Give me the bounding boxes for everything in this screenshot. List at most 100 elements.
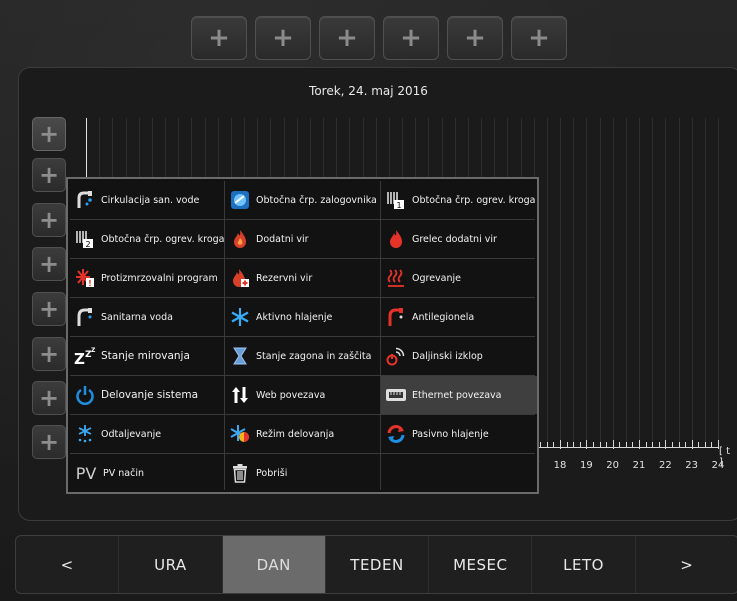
menu-item-krog-2[interactable]: 2 Obtočna črp. ogrev. kroga 2 — [70, 220, 224, 258]
grid-line — [573, 118, 575, 448]
top-add-button-1[interactable]: + — [191, 16, 247, 60]
menu-item-antilegionela[interactable]: Antilegionela — [381, 298, 537, 336]
side-add-button-6[interactable]: + — [32, 337, 66, 371]
menu-item-krog-1[interactable]: 1 Obtočna črp. ogrev. kroga 1 — [381, 181, 537, 219]
side-add-button-4[interactable]: + — [32, 247, 66, 281]
top-add-button-6[interactable]: + — [511, 16, 567, 60]
side-add-button-1[interactable]: + — [32, 117, 66, 151]
axis-tick — [678, 442, 680, 447]
top-add-button-3[interactable]: + — [319, 16, 375, 60]
axis-tick — [704, 442, 706, 447]
menu-item-label: Pobriši — [256, 467, 288, 479]
nav-tab-leto[interactable]: LETO — [532, 536, 636, 593]
svg-text:Z: Z — [74, 350, 85, 366]
menu-item-protizmrzovalni[interactable]: ! Protizmrzovalni program — [70, 259, 224, 297]
axis-tick — [632, 442, 634, 447]
menu-item-aktivno-hlajenje[interactable]: Aktivno hlajenje — [225, 298, 380, 336]
menu-item-daljinski-izklop[interactable]: Daljinski izklop — [381, 337, 537, 375]
menu-item-rezim-delovanja[interactable]: Režim delovanja — [225, 415, 380, 453]
grid-line — [639, 118, 640, 448]
axis-tick — [691, 440, 693, 449]
grid-line — [586, 118, 588, 448]
axis-tick — [560, 440, 561, 449]
axis-tick — [579, 442, 581, 447]
top-add-button-2[interactable]: + — [255, 16, 311, 60]
menu-item-odtaljevanje[interactable]: Odtaljevanje — [70, 415, 224, 453]
axis-tick — [606, 442, 608, 447]
side-add-button-5[interactable]: + — [32, 292, 66, 326]
power-icon — [74, 384, 96, 406]
side-add-button-2[interactable]: + — [32, 158, 66, 192]
axis-tick — [546, 442, 548, 447]
nav-tab-ura[interactable]: URA — [119, 536, 223, 593]
menu-item-label: Obtočna črp. zalogovnika — [256, 194, 377, 206]
frost-warning-icon: ! — [74, 267, 96, 289]
tap-water-icon — [74, 189, 96, 211]
menu-item-dodatni-vir[interactable]: Dodatni vir — [225, 220, 380, 258]
grid-line — [665, 118, 667, 448]
hour-label: 18 — [553, 460, 567, 471]
grid-line — [612, 118, 614, 448]
remote-power-icon — [385, 345, 407, 367]
menu-item-ethernet-povezava[interactable]: Ethernet povezava — [381, 376, 537, 414]
svg-text:2: 2 — [85, 240, 90, 249]
menu-item-rezervni-vir[interactable]: Rezervni vir — [225, 259, 380, 297]
menu-item-cirkulacija[interactable]: Cirkulacija san. vode — [70, 181, 224, 219]
menu-item-ogrevanje[interactable]: Ogrevanje — [381, 259, 537, 297]
axis-tick — [671, 442, 673, 447]
function-menu-grid: Cirkulacija san. vode Obtočna črp. zalog… — [70, 181, 537, 492]
menu-item-label: Stanje zagona in zaščita — [256, 350, 372, 362]
grid-line — [704, 118, 706, 448]
top-add-button-5[interactable]: + — [447, 16, 503, 60]
sanitary-tap-icon — [74, 306, 96, 328]
menu-item-label: Rezervni vir — [256, 272, 313, 284]
axis-tick — [711, 442, 713, 447]
side-add-button-7[interactable]: + — [32, 381, 66, 415]
menu-item-label: Obtočna črp. ogrev. kroga 1 — [412, 194, 537, 206]
ethernet-port-icon — [385, 384, 407, 406]
menu-item-label: Protizmrzovalni program — [101, 272, 218, 284]
nav-tab-mesec[interactable]: MESEC — [429, 536, 533, 593]
axis-tick — [619, 442, 621, 447]
axis-tick — [540, 442, 542, 447]
tank-pump-icon — [229, 189, 251, 211]
axis-tick — [658, 442, 660, 447]
axis-tick — [566, 442, 568, 447]
menu-item-label: Režim delovanja — [256, 428, 335, 440]
menu-empty-cell — [381, 454, 537, 492]
menu-item-grelec[interactable]: Grelec dodatni vir — [381, 220, 537, 258]
menu-item-delovanje-sistema[interactable]: Delovanje sistema — [70, 376, 224, 414]
menu-item-stanje-zagona[interactable]: Stanje zagona in zaščita — [225, 337, 380, 375]
menu-item-zalogovnik[interactable]: Obtočna črp. zalogovnika — [225, 181, 380, 219]
side-add-button-8[interactable]: + — [32, 425, 66, 459]
nav-next-button[interactable]: > — [636, 536, 737, 593]
axis-tick — [553, 442, 555, 447]
menu-item-stanje-mirovanja[interactable]: ZZZ Stanje mirovanja — [70, 337, 224, 375]
menu-item-pv-nacin[interactable]: PV PV način — [70, 454, 224, 492]
menu-item-label: Dodatni vir — [256, 233, 309, 245]
red-flame-icon — [385, 228, 407, 250]
hour-label: 21 — [632, 460, 646, 471]
axis-tick — [645, 442, 647, 447]
up-down-arrows-icon — [229, 384, 251, 406]
menu-item-pasivno-hlajenje[interactable]: Pasivno hlajenje — [381, 415, 537, 453]
axis-tick — [592, 442, 594, 447]
side-add-button-3[interactable]: + — [32, 203, 66, 237]
menu-item-label: Pasivno hlajenje — [412, 428, 489, 440]
menu-item-label: Antilegionela — [412, 311, 475, 323]
nav-prev-button[interactable]: < — [16, 536, 120, 593]
menu-item-web-povezava[interactable]: Web povezava — [225, 376, 380, 414]
heating-waves-icon — [385, 267, 407, 289]
menu-item-label: Grelec dodatni vir — [412, 233, 497, 245]
menu-item-label: Aktivno hlajenje — [256, 311, 333, 323]
grid-line — [560, 118, 561, 448]
grid-line — [652, 118, 654, 448]
menu-item-pobrisi[interactable]: Pobriši — [225, 454, 380, 492]
top-add-button-4[interactable]: + — [383, 16, 439, 60]
defrost-icon — [74, 423, 96, 445]
menu-item-sanitarna-voda[interactable]: Sanitarna voda — [70, 298, 224, 336]
nav-tab-teden[interactable]: TEDEN — [326, 536, 430, 593]
svg-text:Z: Z — [91, 347, 96, 354]
nav-tab-dan[interactable]: DAN — [222, 536, 326, 593]
snowflake-icon — [229, 306, 251, 328]
